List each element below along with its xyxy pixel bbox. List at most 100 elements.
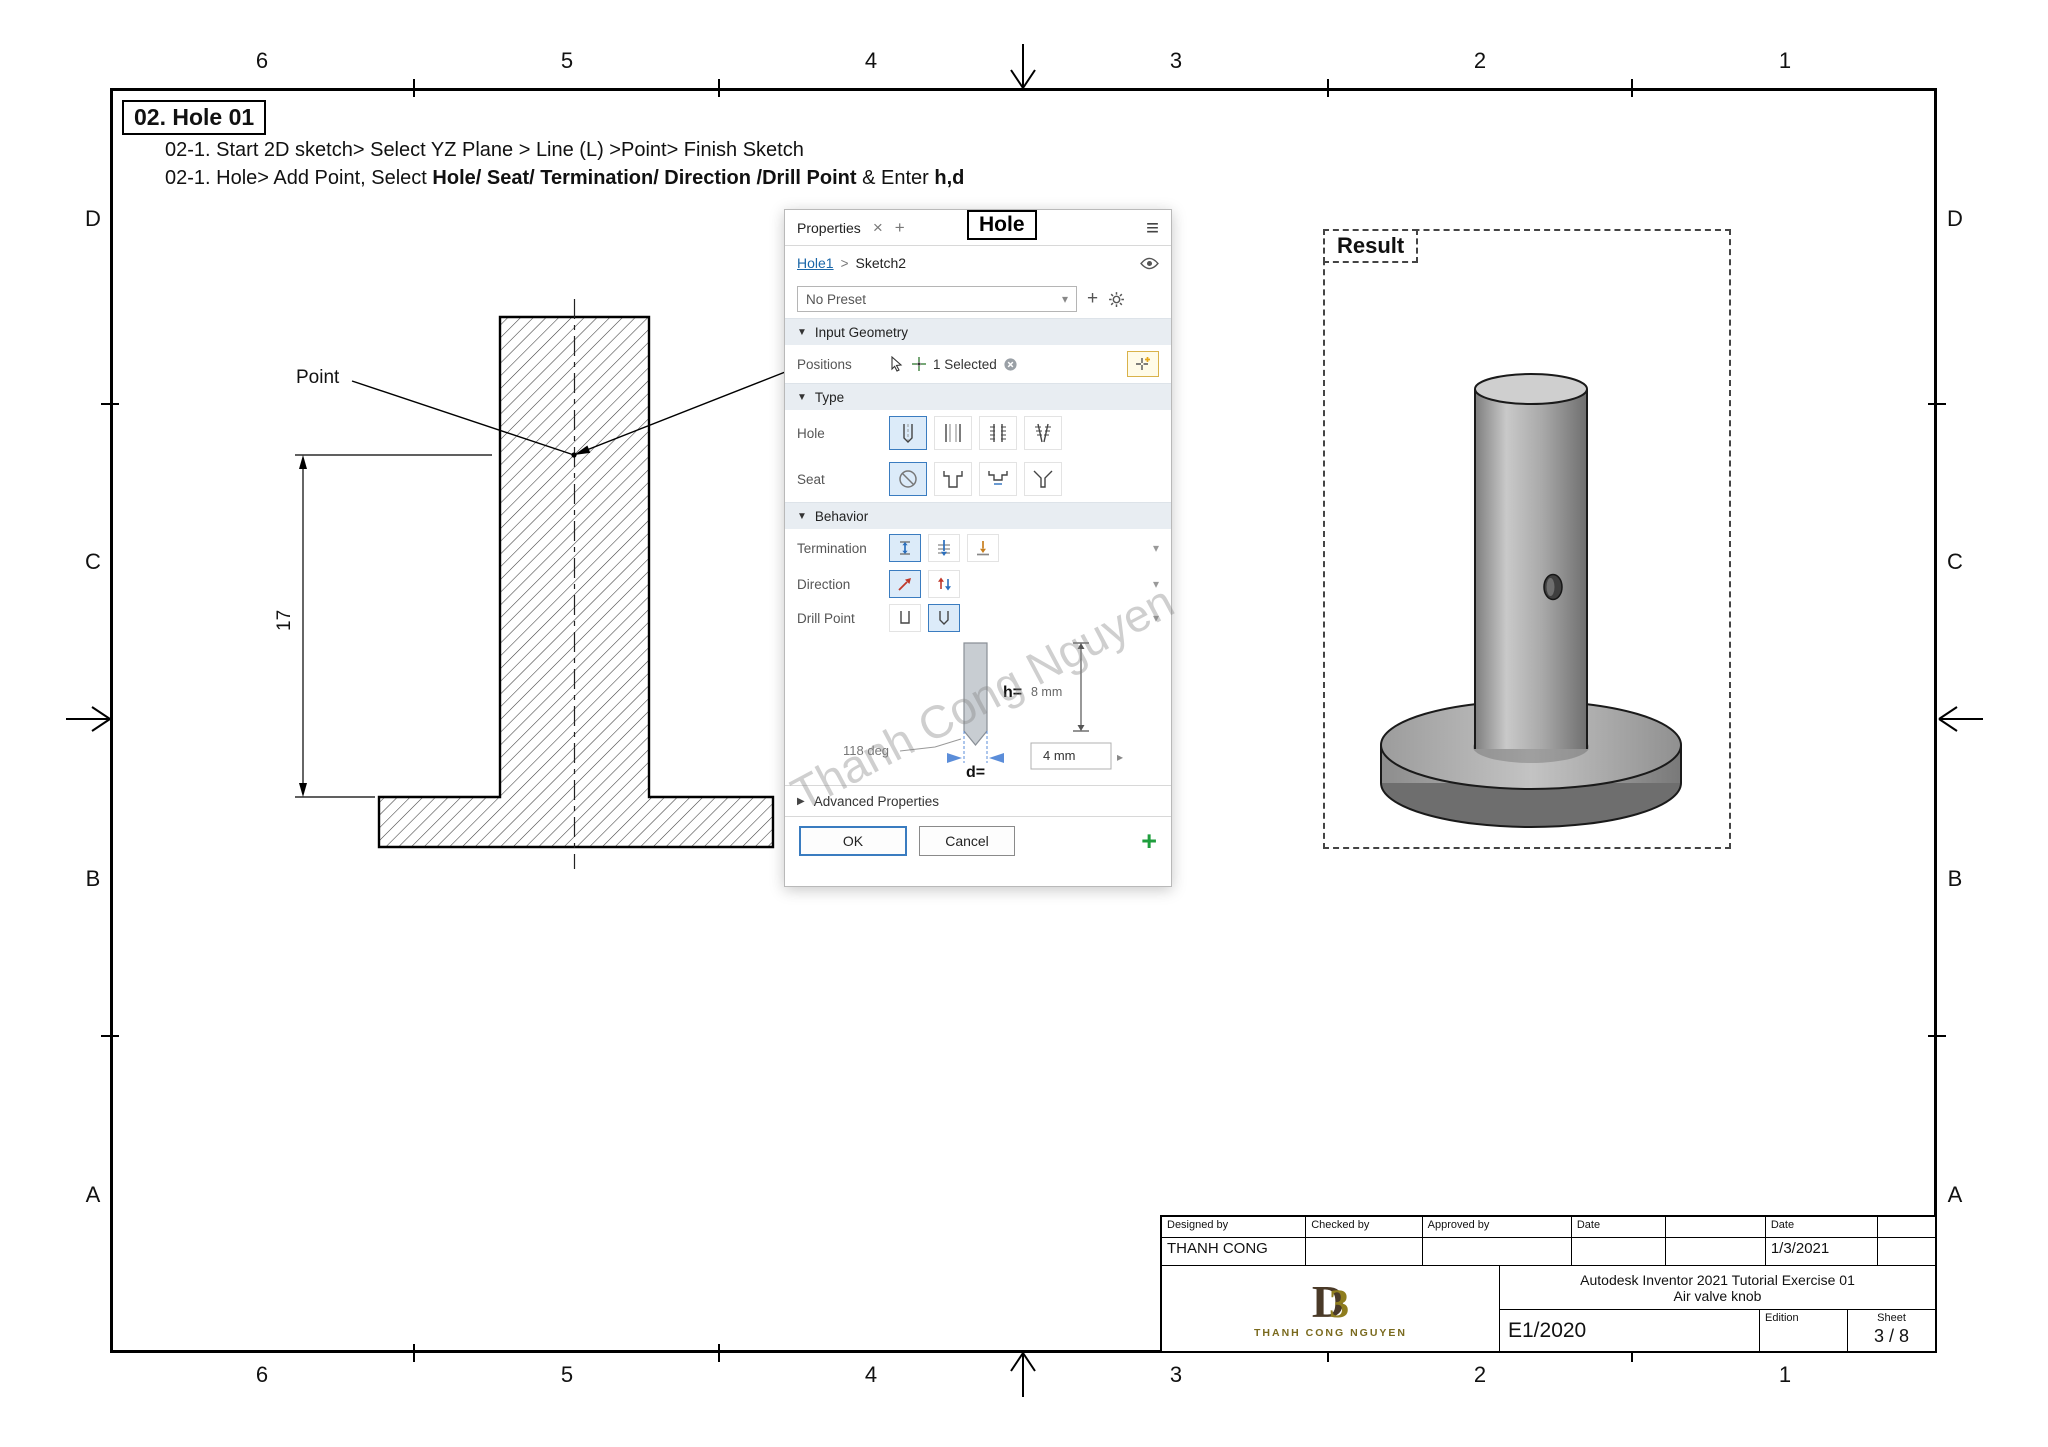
zone-number-bottom: 2 <box>1473 1362 1487 1387</box>
direction-row: Direction ▾ <box>785 567 1171 601</box>
point-crosshair-icon <box>912 357 926 371</box>
angle-leader-line <box>899 738 962 752</box>
drill-point-angle-button[interactable] <box>928 604 960 632</box>
document-code: E1/2020 <box>1500 1310 1760 1351</box>
edition-cell: Edition <box>1760 1310 1848 1351</box>
edition-label: Edition <box>1765 1312 1799 1324</box>
designed-by-value: THANH CONG <box>1162 1238 1307 1265</box>
chevron-down-icon[interactable]: ▾ <box>1153 611 1159 625</box>
d-spinner-icon[interactable]: ▸ <box>1117 750 1123 764</box>
drill-point-flat-button[interactable] <box>889 604 921 632</box>
tab-properties[interactable]: Properties <box>797 220 861 236</box>
result-3d-preview <box>1380 373 1682 828</box>
zone-letter-right: A <box>1947 1182 1963 1207</box>
sheet-number: 3 / 8 <box>1873 1326 1910 1346</box>
date-value: 1/3/2021 <box>1766 1238 1879 1265</box>
zone-tick <box>413 1344 415 1362</box>
advanced-properties-row[interactable]: ▶ Advanced Properties <box>785 785 1171 817</box>
panel-footer: OK Cancel + <box>785 817 1171 865</box>
dimension-17-label: 17 <box>274 610 295 631</box>
checked-by-label: Checked by <box>1306 1217 1423 1237</box>
t-section-profile <box>377 315 775 849</box>
add-position-button[interactable] <box>1127 351 1159 377</box>
termination-to-face-button[interactable] <box>967 534 999 562</box>
chevron-down-icon: ▾ <box>1061 292 1068 306</box>
direction-label: Direction <box>797 576 851 592</box>
section-behavior[interactable]: ▼ Behavior <box>785 502 1171 529</box>
positions-selection[interactable]: 1 Selected <box>889 356 1127 372</box>
empty-cell <box>1666 1217 1766 1237</box>
project-title: Autodesk Inventor 2021 Tutorial Exercise… <box>1500 1266 1935 1310</box>
chevron-down-icon[interactable]: ▾ <box>1153 577 1159 591</box>
seat-spotface-button[interactable] <box>979 462 1017 496</box>
add-tab-icon[interactable]: + <box>895 218 905 238</box>
close-icon[interactable]: × <box>873 218 883 238</box>
d-dimension-arrows <box>947 753 1004 763</box>
empty-cell <box>1878 1238 1935 1265</box>
hamburger-menu-icon[interactable]: ≡ <box>1146 215 1159 241</box>
hole-callout-label: Hole <box>967 210 1037 240</box>
section-collapsed-icon: ▶ <box>797 795 805 807</box>
visibility-eye-icon[interactable] <box>1140 257 1159 270</box>
chevron-down-icon[interactable]: ▾ <box>1153 541 1159 555</box>
knob-cylinder <box>1475 389 1587 749</box>
termination-through-all-button[interactable] <box>928 534 960 562</box>
h-label: h= <box>1003 684 1022 701</box>
positions-count: 1 Selected <box>933 356 997 372</box>
zone-letter-right: C <box>1947 549 1963 574</box>
center-mark-left <box>66 706 111 732</box>
ok-button[interactable]: OK <box>799 826 907 856</box>
center-mark-right <box>1938 706 1983 732</box>
preset-dropdown[interactable]: No Preset ▾ <box>797 286 1077 312</box>
result-box: Result <box>1323 229 1731 849</box>
date-value-empty <box>1572 1238 1667 1265</box>
zone-tick <box>101 1035 119 1037</box>
hole-tapped-button[interactable] <box>979 416 1017 450</box>
empty-cell <box>1666 1238 1766 1265</box>
direction-flip-button[interactable] <box>928 570 960 598</box>
title-block-labels-row: Designed by Checked by Approved by Date … <box>1162 1217 1935 1238</box>
preset-settings-gear-icon[interactable] <box>1108 291 1125 308</box>
breadcrumb-sketch[interactable]: Sketch2 <box>855 255 906 271</box>
cursor-arrow-icon <box>891 356 903 372</box>
hole-clearance-button[interactable] <box>934 416 972 450</box>
section-type[interactable]: ▼ Type <box>785 383 1171 410</box>
add-feature-plus-icon[interactable]: + <box>1141 827 1157 855</box>
zone-tick <box>718 1344 720 1362</box>
center-mark-bottom <box>1010 1353 1036 1397</box>
date-label: Date <box>1766 1217 1879 1237</box>
sheet-label: Sheet <box>1877 1312 1906 1324</box>
hole-profile-shape <box>963 642 988 746</box>
drill-point-angle-icon <box>939 611 949 625</box>
project-line-2: Air valve knob <box>1673 1287 1762 1304</box>
termination-label: Termination <box>797 540 867 556</box>
sheet-cell: Sheet 3 / 8 <box>1848 1310 1935 1351</box>
cancel-button[interactable]: Cancel <box>919 826 1015 856</box>
seat-counterbore-button[interactable] <box>934 462 972 496</box>
termination-row: Termination ▾ <box>785 529 1171 567</box>
clear-selection-icon[interactable] <box>1003 357 1018 372</box>
zone-number-top: 3 <box>1169 48 1183 73</box>
spotface-icon <box>988 471 1008 485</box>
hole-taper-tapped-icon <box>1035 423 1051 443</box>
add-preset-icon[interactable]: + <box>1087 288 1098 310</box>
positions-row: Positions 1 Selected <box>785 345 1171 383</box>
seat-countersink-button[interactable] <box>1024 462 1062 496</box>
breadcrumb-feature-link[interactable]: Hole1 <box>797 255 834 271</box>
drill-angle-value: 118 deg <box>843 743 889 758</box>
direction-default-button[interactable] <box>889 570 921 598</box>
title-block-values-row: THANH CONG 1/3/2021 <box>1162 1238 1935 1266</box>
termination-distance-button[interactable] <box>889 534 921 562</box>
section-label: Input Geometry <box>814 324 908 340</box>
zone-tick <box>1631 79 1633 97</box>
hole-taper-tapped-button[interactable] <box>1024 416 1062 450</box>
zone-letter-left: A <box>85 1182 101 1207</box>
zone-tick <box>101 403 119 405</box>
section-input-geometry[interactable]: ▼ Input Geometry <box>785 318 1171 345</box>
hole-simple-button[interactable] <box>889 416 927 450</box>
date-label: Date <box>1572 1217 1667 1237</box>
section-expand-icon: ▼ <box>797 391 807 403</box>
breadcrumb: Hole1 > Sketch2 <box>785 246 1171 280</box>
instruction-text: & Enter <box>856 167 935 189</box>
seat-none-button[interactable] <box>889 462 927 496</box>
